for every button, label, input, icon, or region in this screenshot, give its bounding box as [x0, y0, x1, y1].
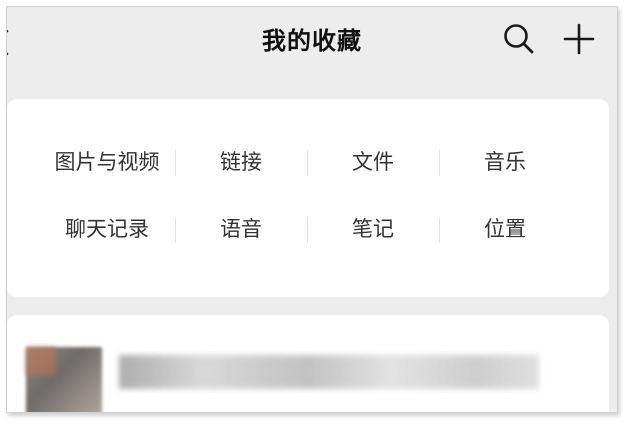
- category-music[interactable]: 音乐: [439, 146, 571, 176]
- item-title-redacted: [119, 355, 539, 389]
- add-button[interactable]: [561, 21, 597, 57]
- search-icon: [504, 24, 534, 54]
- category-files[interactable]: 文件: [307, 146, 439, 176]
- category-location[interactable]: 位置: [439, 213, 571, 243]
- search-button[interactable]: [501, 21, 537, 57]
- nav-bar: 我的收藏: [7, 7, 617, 71]
- category-voice[interactable]: 语音: [175, 213, 307, 243]
- plus-icon: [563, 23, 595, 55]
- category-notes[interactable]: 笔记: [307, 213, 439, 243]
- category-images-videos[interactable]: 图片与视频: [41, 146, 173, 176]
- category-card: 图片与视频 链接 文件 音乐 聊天记录 语音 笔记 位置: [7, 99, 609, 297]
- item-thumbnail-accent: [26, 347, 56, 375]
- app-window: 我的收藏 图片与视频 链接 文件 音乐 聊天记录 语音 笔记 位置: [6, 6, 618, 413]
- favorite-item[interactable]: [7, 315, 609, 412]
- category-links[interactable]: 链接: [175, 146, 307, 176]
- category-chat-history[interactable]: 聊天记录: [41, 213, 173, 243]
